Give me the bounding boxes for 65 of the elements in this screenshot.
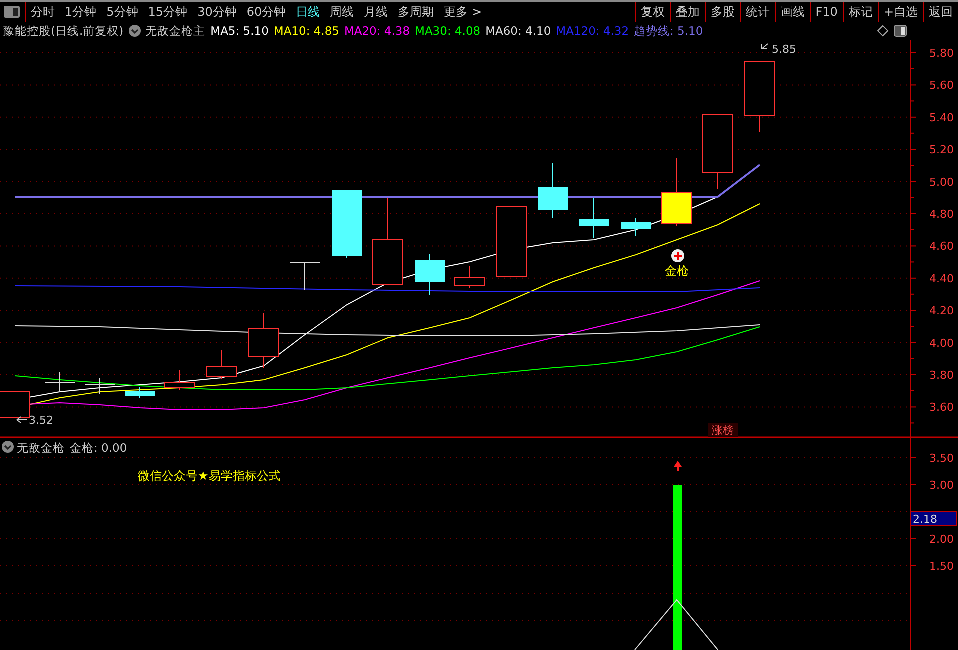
diamond-icon[interactable] [877,25,889,37]
stock-title: 豫能控股(日线.前复权) [3,24,124,38]
indicator-name: 无敌金枪主 [146,24,206,38]
current-value-label: 2.18 [910,512,958,526]
price-axis-label: 5.40 [930,111,954,124]
price-axis-label: 5.80 [930,47,954,60]
chevron-circle-icon[interactable] [128,25,141,37]
period-tab[interactable]: 分时 [25,2,60,22]
price-axis-label: 3.60 [930,401,954,414]
price-axis-label: 5.00 [930,176,954,189]
candlestick [496,206,528,278]
price-axis-label: 5.20 [930,144,954,157]
candlestick [538,162,568,218]
candlestick [206,350,238,380]
indicator-value: 趋势线: 5.10 [634,24,704,38]
period-tab[interactable]: 周线 [325,2,360,22]
candlestick [332,190,362,258]
price-axis-label: 3.80 [930,369,954,382]
candlestick [125,386,155,398]
indicator-axis-label: 1.50 [930,560,954,573]
period-tab[interactable]: 更多 > [439,2,487,22]
indicator-axis-label: 3.50 [930,452,954,465]
indicator-value: MA30: 4.08 [415,24,481,38]
chevron-circle-icon[interactable] [2,441,14,453]
candlestick [44,372,76,392]
candlestick [579,198,609,238]
indicator-value: 金枪: 0.00 [70,441,128,455]
period-tab[interactable]: 1分钟 [60,2,102,22]
candlestick [662,158,692,226]
signal-label: 金枪 [665,264,689,278]
candlestick [290,262,320,290]
panel-toggle-icon[interactable] [3,5,21,19]
indicator-value: MA60: 4.10 [486,24,552,38]
candlestick [621,218,651,236]
candlestick [164,370,196,390]
candlestick [454,266,486,288]
formula-note: 微信公众号★易学指标公式 [138,469,281,483]
plus-circle-icon [672,250,684,262]
indicator-value: MA120: 4.32 [556,24,630,38]
period-tab[interactable]: 月线 [359,2,394,22]
indicator-value: MA10: 4.85 [274,24,340,38]
ranking-tag: 涨榜 [708,423,738,437]
indicator-axis-label: 3.00 [930,479,954,492]
period-tab[interactable]: 30分钟 [192,2,242,22]
panel-toggle-icon[interactable] [894,25,907,37]
price-axis-label: 5.60 [930,79,954,92]
candlestick [744,62,776,132]
price-axis-label: 4.60 [930,240,954,254]
indicator-value: MA20: 4.38 [344,24,410,38]
period-tab[interactable]: 5分钟 [102,2,144,22]
candlestick [248,312,280,368]
period-tab[interactable]: 日线 [291,2,326,22]
candlestick [84,378,116,394]
price-axis-label: 4.00 [930,336,954,350]
indicator-value: MA5: 5.10 [210,24,269,38]
period-tab[interactable]: 15分钟 [143,2,193,22]
price-axis-label: 4.40 [930,272,954,286]
price-axis-label: 4.20 [930,304,954,318]
period-tab[interactable]: 60分钟 [242,2,292,22]
candlestick [415,254,445,296]
arrow-up-icon [674,461,682,471]
indicator-axis-label: 2.00 [930,533,954,546]
indicator-name: 无敌金枪 [17,441,65,455]
period-tab[interactable]: 多周期 [393,2,440,22]
price-axis-label: 4.80 [930,208,954,221]
